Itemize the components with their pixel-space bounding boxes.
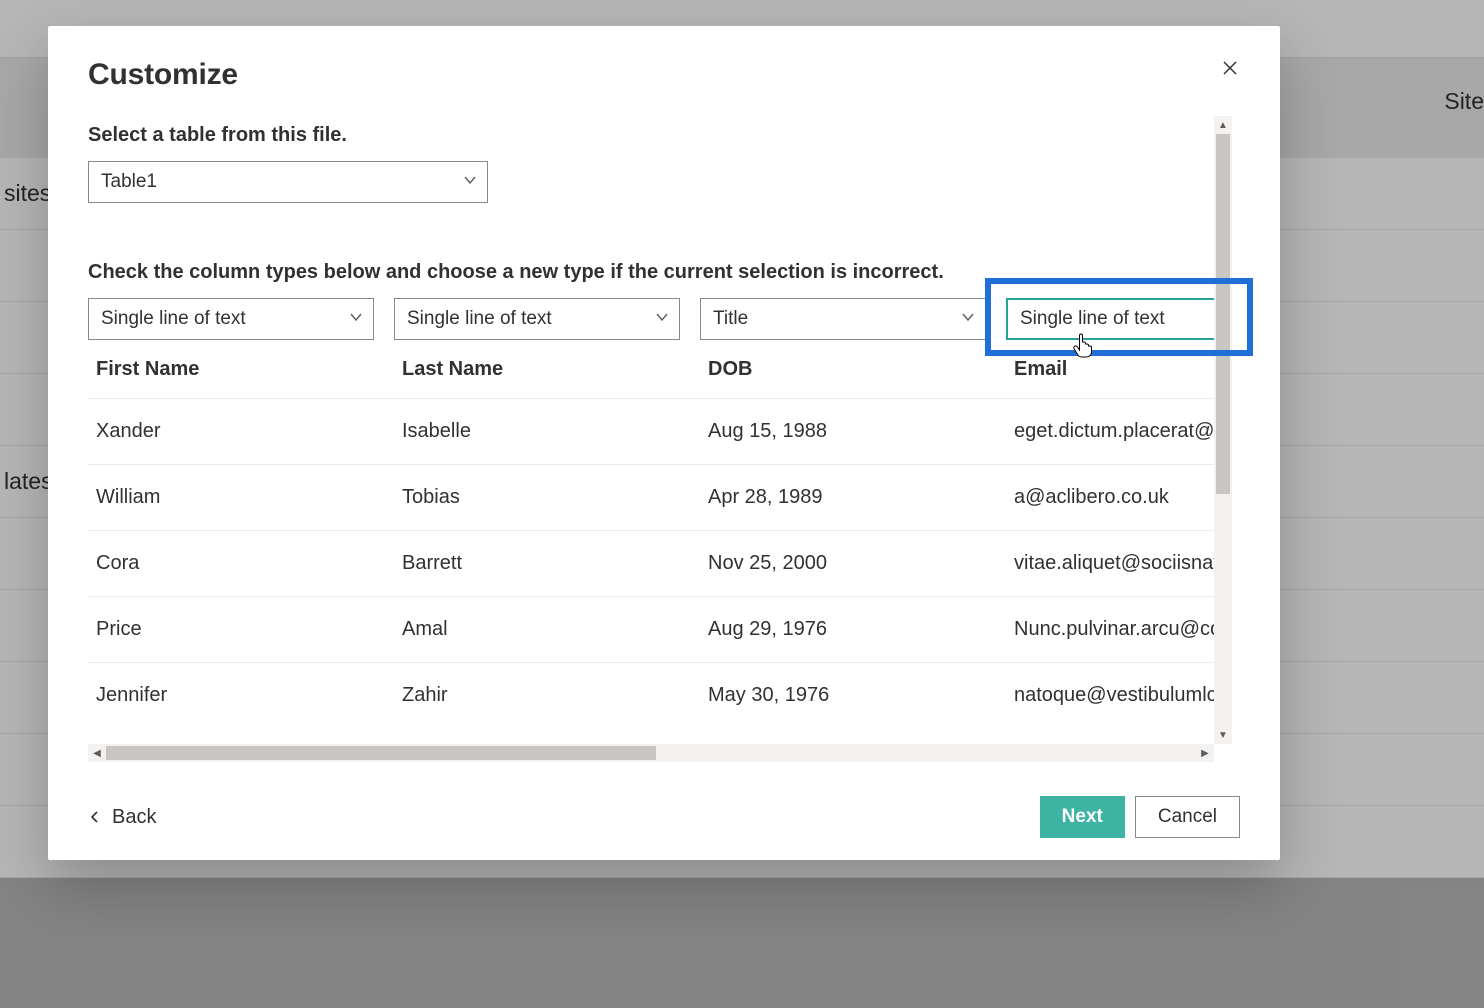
table-select-label: Select a table from this file. bbox=[88, 124, 1232, 147]
cell-email: natoque@vestibulumlc bbox=[1014, 684, 1224, 707]
table-header-row: First Name Last Name DOB Email bbox=[88, 340, 1232, 398]
scroll-left-icon[interactable]: ◀ bbox=[88, 744, 106, 762]
vertical-scrollbar[interactable]: ▲ ▼ bbox=[1214, 116, 1232, 744]
modal-footer: Back Next Cancel bbox=[48, 774, 1280, 860]
scrollbar-thumb[interactable] bbox=[1216, 134, 1230, 494]
cell-lastname: Isabelle bbox=[402, 420, 708, 443]
column-type-row: Single line of text Single line of text … bbox=[88, 298, 1232, 340]
col-header-lastname: Last Name bbox=[402, 358, 708, 381]
column-type-value: Single line of text bbox=[407, 308, 552, 330]
cell-email: vitae.aliquet@sociisnat bbox=[1014, 552, 1224, 575]
cell-firstname: Cora bbox=[96, 552, 402, 575]
back-button[interactable]: Back bbox=[88, 806, 156, 829]
col-header-email: Email bbox=[1014, 358, 1224, 381]
cell-firstname: Jennifer bbox=[96, 684, 402, 707]
column-type-instructions: Check the column types below and choose … bbox=[88, 261, 1232, 284]
column-type-value: Single line of text bbox=[1020, 308, 1165, 330]
table-select[interactable]: Table1 bbox=[88, 161, 488, 203]
column-type-select-2[interactable]: Single line of text bbox=[394, 298, 680, 340]
preview-table: First Name Last Name DOB Email Xander Is… bbox=[88, 340, 1232, 728]
cell-dob: Nov 25, 2000 bbox=[708, 552, 1014, 575]
next-button[interactable]: Next bbox=[1040, 796, 1125, 838]
chevron-down-icon bbox=[961, 308, 975, 330]
table-select-value: Table1 bbox=[101, 171, 157, 193]
cell-email: Nunc.pulvinar.arcu@co bbox=[1014, 618, 1224, 641]
modal-body: Select a table from this file. Table1 Ch… bbox=[88, 116, 1232, 774]
modal-header: Customize bbox=[48, 26, 1280, 92]
cell-email: eget.dictum.placerat@r bbox=[1014, 420, 1224, 443]
chevron-down-icon bbox=[463, 171, 477, 193]
table-row: Jennifer Zahir May 30, 1976 natoque@vest… bbox=[88, 662, 1232, 728]
cell-firstname: Price bbox=[96, 618, 402, 641]
customize-modal: Customize Select a table from this file.… bbox=[48, 26, 1280, 860]
cell-dob: May 30, 1976 bbox=[708, 684, 1014, 707]
cell-lastname: Tobias bbox=[402, 486, 708, 509]
table-row: Price Amal Aug 29, 1976 Nunc.pulvinar.ar… bbox=[88, 596, 1232, 662]
column-type-value: Single line of text bbox=[101, 308, 246, 330]
scroll-right-icon[interactable]: ▶ bbox=[1196, 744, 1214, 762]
cell-dob: Apr 28, 1989 bbox=[708, 486, 1014, 509]
close-icon bbox=[1222, 60, 1238, 76]
cell-email: a@aclibero.co.uk bbox=[1014, 486, 1224, 509]
back-label: Back bbox=[112, 806, 156, 829]
table-row: Xander Isabelle Aug 15, 1988 eget.dictum… bbox=[88, 398, 1232, 464]
cancel-label: Cancel bbox=[1158, 806, 1217, 828]
cancel-button[interactable]: Cancel bbox=[1135, 796, 1240, 838]
cell-dob: Aug 29, 1976 bbox=[708, 618, 1014, 641]
cell-dob: Aug 15, 1988 bbox=[708, 420, 1014, 443]
horizontal-scrollbar[interactable]: ◀ ▶ bbox=[88, 744, 1214, 762]
scroll-content: Select a table from this file. Table1 Ch… bbox=[88, 116, 1232, 744]
cell-firstname: William bbox=[96, 486, 402, 509]
next-label: Next bbox=[1062, 806, 1103, 828]
scrollbar-thumb[interactable] bbox=[106, 746, 656, 760]
column-type-select-3[interactable]: Title bbox=[700, 298, 986, 340]
cell-firstname: Xander bbox=[96, 420, 402, 443]
cell-lastname: Barrett bbox=[402, 552, 708, 575]
chevron-down-icon bbox=[349, 308, 363, 330]
table-row: Cora Barrett Nov 25, 2000 vitae.aliquet@… bbox=[88, 530, 1232, 596]
modal-title: Customize bbox=[88, 58, 1240, 92]
table-row: William Tobias Apr 28, 1989 a@aclibero.c… bbox=[88, 464, 1232, 530]
col-header-firstname: First Name bbox=[96, 358, 402, 381]
chevron-down-icon bbox=[655, 308, 669, 330]
scroll-up-icon[interactable]: ▲ bbox=[1214, 116, 1232, 134]
cell-lastname: Amal bbox=[402, 618, 708, 641]
cell-lastname: Zahir bbox=[402, 684, 708, 707]
column-type-select-1[interactable]: Single line of text bbox=[88, 298, 374, 340]
column-type-select-4[interactable]: Single line of text bbox=[1006, 298, 1232, 340]
column-type-value: Title bbox=[713, 308, 748, 330]
col-header-dob: DOB bbox=[708, 358, 1014, 381]
chevron-left-icon bbox=[88, 810, 102, 824]
scroll-down-icon[interactable]: ▼ bbox=[1214, 726, 1232, 744]
close-button[interactable] bbox=[1214, 52, 1246, 84]
